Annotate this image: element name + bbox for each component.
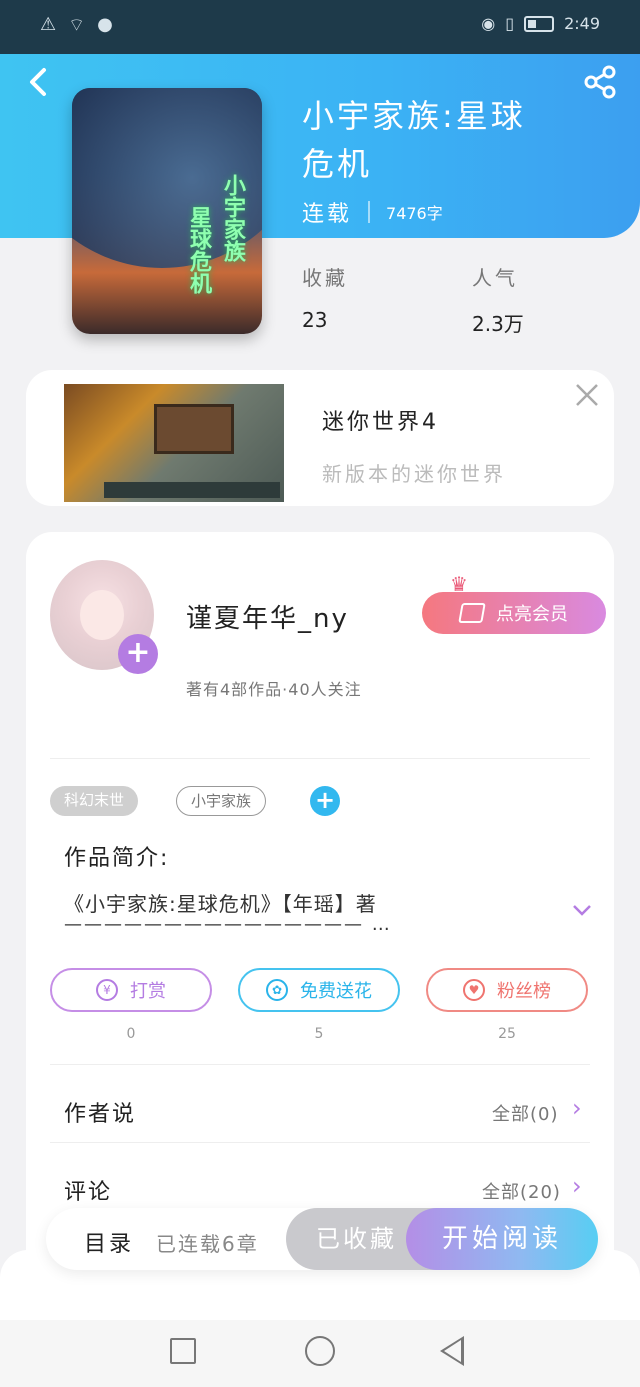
user-heart-icon: ♥ xyxy=(463,979,485,1001)
catalog-button[interactable]: 目录 xyxy=(84,1226,134,1258)
avatar-face xyxy=(80,590,124,640)
reward-count: 0 xyxy=(126,1026,136,1042)
meta-divider xyxy=(368,201,371,223)
qq-icon: ● xyxy=(97,14,113,35)
flower-icon: ✿ xyxy=(266,979,288,1001)
expand-intro-button[interactable] xyxy=(570,898,594,922)
diamond-icon xyxy=(458,603,486,623)
favorites-label: 收藏 xyxy=(302,266,348,290)
chevron-right-icon[interactable]: › xyxy=(572,1094,582,1122)
vip-button-label: 点亮会员 xyxy=(496,604,568,625)
flower-count: 5 xyxy=(314,1026,324,1042)
battery-icon xyxy=(524,15,555,32)
divider xyxy=(50,758,590,759)
comments-title: 评论 xyxy=(64,1180,113,1205)
book-title: 小宇家族:星球 危机 xyxy=(302,92,602,188)
intro-label: 作品简介: xyxy=(64,846,170,871)
comments-all-link[interactable]: 全部(20) xyxy=(482,1178,561,1204)
reward-button[interactable]: ¥ 打赏 xyxy=(50,968,212,1012)
collected-label: 已收藏 xyxy=(316,1225,397,1253)
book-status: 连载 xyxy=(302,202,353,227)
vibrate-icon: ▯ xyxy=(505,14,515,33)
author-meta: 著有4部作品·40人关注 xyxy=(186,680,362,699)
eye-icon: ◉ xyxy=(481,14,496,33)
intro-text: 《小宇家族:星球危机》【年瑶】著 xyxy=(64,892,377,916)
alert-icon: ⚠ xyxy=(40,14,57,35)
chevron-down-icon xyxy=(573,905,591,916)
fans-ranking-button[interactable]: ♥ 粉丝榜 xyxy=(426,968,588,1012)
book-cover[interactable]: 小宇家族 星球危机 xyxy=(72,88,262,334)
cover-title-text: 小宇家族 xyxy=(220,174,245,262)
fans-count: 25 xyxy=(498,1026,516,1042)
book-word-count: 7476字 xyxy=(386,204,443,223)
genre-tag[interactable]: 科幻末世 xyxy=(50,786,139,816)
chevron-left-icon xyxy=(30,68,46,96)
status-right-icons: ◉ ▯ 2:49 xyxy=(481,14,600,33)
book-title-line2: 危机 xyxy=(302,145,373,183)
ad-subtitle: 新版本的迷你世界 xyxy=(322,462,506,486)
popularity-value: 2.3万 xyxy=(472,312,524,336)
divider xyxy=(50,1064,590,1065)
back-button[interactable] xyxy=(20,62,56,102)
reward-label: 打赏 xyxy=(130,981,166,1002)
author-say-title: 作者说 xyxy=(64,1102,137,1127)
cover-subtitle-text: 星球危机 xyxy=(186,206,211,294)
follow-author-button[interactable]: + xyxy=(118,634,158,674)
divider xyxy=(50,1142,590,1143)
book-detail-card: + 谨夏年华_ny 著有4部作品·40人关注 ♛ 点亮会员 科幻末世 小宇家族 … xyxy=(26,532,614,1292)
ad-thumbnail xyxy=(64,384,284,502)
status-time: 2:49 xyxy=(564,14,600,33)
book-meta: 连载 7476字 xyxy=(302,196,443,228)
plus-icon: + xyxy=(125,635,151,670)
back-triangle-icon[interactable] xyxy=(440,1336,464,1366)
start-reading-button[interactable]: 开始阅读 xyxy=(406,1208,598,1270)
popularity-label: 人气 xyxy=(472,266,518,290)
add-tag-button[interactable]: + xyxy=(310,786,340,816)
ad-title: 迷你世界4 xyxy=(322,410,439,435)
intro-text-continued: ——————————————— … xyxy=(64,914,392,935)
plus-icon: + xyxy=(314,786,336,814)
author-name[interactable]: 谨夏年华_ny xyxy=(186,598,349,635)
start-reading-label: 开始阅读 xyxy=(441,1224,562,1254)
ad-card[interactable]: 迷你世界4 新版本的迷你世界 xyxy=(26,370,614,506)
send-flower-button[interactable]: ✿ 免费送花 xyxy=(238,968,400,1012)
chapter-count: 已连载6章 xyxy=(156,1232,259,1256)
status-left-icons: ⚠ ⌔ ● xyxy=(40,14,113,37)
fans-ranking-label: 粉丝榜 xyxy=(497,981,551,1002)
send-flower-label: 免费送花 xyxy=(300,981,372,1002)
wifi-icon: ⌔ xyxy=(68,15,86,36)
status-bar: ⚠ ⌔ ● ◉ ▯ 2:49 xyxy=(0,0,640,54)
recent-apps-icon[interactable] xyxy=(170,1338,196,1364)
close-icon xyxy=(576,384,598,406)
chevron-right-icon[interactable]: › xyxy=(572,1172,582,1200)
ad-thumb-block xyxy=(154,404,234,454)
favorites-value: 23 xyxy=(302,308,328,332)
book-title-line1: 小宇家族:星球 xyxy=(302,97,526,135)
yen-icon: ¥ xyxy=(96,979,118,1001)
series-tag[interactable]: 小宇家族 xyxy=(176,786,267,816)
system-nav-bar xyxy=(0,1320,640,1387)
home-icon[interactable] xyxy=(305,1336,335,1366)
ad-close-button[interactable] xyxy=(572,380,602,410)
bottom-action-bar: 目录 已连载6章 已收藏 开始阅读 xyxy=(46,1208,598,1270)
ad-thumb-hotbar xyxy=(104,482,280,498)
author-say-all-link[interactable]: 全部(0) xyxy=(492,1100,559,1126)
vip-button[interactable]: 点亮会员 xyxy=(422,592,606,634)
